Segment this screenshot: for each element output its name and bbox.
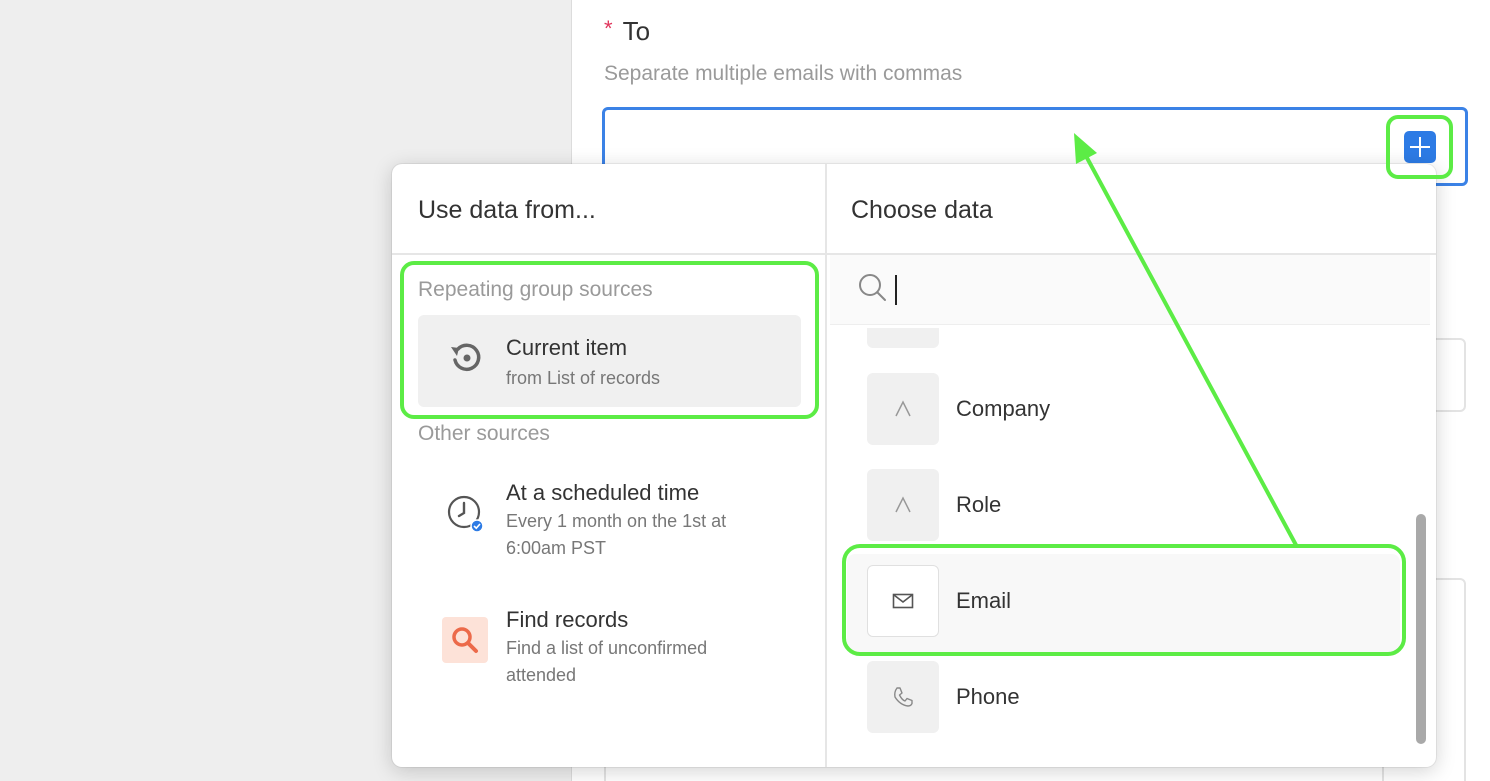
find-records-title: Find records: [506, 607, 629, 632]
envelope-icon: [867, 565, 939, 637]
data-search-input[interactable]: [830, 255, 1430, 325]
phone-icon: [867, 661, 939, 733]
field-company[interactable]: Company: [867, 373, 1407, 445]
field-label: Company: [956, 396, 1051, 421]
choose-data-title: Choose data: [851, 196, 993, 224]
source-scheduled-time[interactable]: At a scheduled time Every 1 month on the…: [418, 464, 801, 569]
data-picker-popup: Use data from... Choose data Repeating g…: [392, 164, 1436, 767]
other-sources-label: Other sources: [418, 422, 550, 445]
refresh-icon: [442, 335, 488, 381]
field-label: Phone: [956, 684, 1020, 709]
field-label: Role: [956, 492, 1002, 517]
source-find-records[interactable]: Find records Find a list of unconfirmed …: [418, 591, 801, 696]
source-current-item[interactable]: Current item from List of records: [418, 315, 801, 407]
magnifier-search-icon: [442, 617, 488, 663]
current-item-title: Current item: [506, 335, 628, 360]
field-label: Email: [956, 588, 1012, 613]
text-type-icon: [867, 373, 939, 445]
to-field-help: Separate multiple emails with commas: [604, 62, 963, 85]
current-item-subtitle: from List of records: [506, 368, 661, 388]
search-icon: [858, 273, 888, 308]
clock-icon: [442, 490, 488, 536]
text-caret: [895, 275, 897, 305]
text-type-icon: [867, 469, 939, 541]
field-email[interactable]: Email: [867, 565, 1407, 637]
find-records-subtitle: Find a list of unconfirmed attended: [506, 638, 708, 685]
field-role[interactable]: Role: [867, 469, 1407, 541]
scheduled-time-subtitle: Every 1 month on the 1st at 6:00am PST: [506, 511, 727, 558]
to-label-text: To: [622, 16, 651, 46]
repeating-group-label: Repeating group sources: [418, 278, 653, 301]
scrollbar-thumb[interactable]: [1416, 514, 1426, 744]
insert-data-button[interactable]: [1404, 131, 1436, 163]
use-data-from-title: Use data from...: [418, 196, 596, 224]
field-tile: [867, 328, 939, 348]
scheduled-time-title: At a scheduled time: [506, 480, 700, 505]
field-phone[interactable]: Phone: [867, 661, 1407, 733]
to-field-label: * To: [604, 16, 650, 47]
required-mark: *: [604, 15, 613, 41]
